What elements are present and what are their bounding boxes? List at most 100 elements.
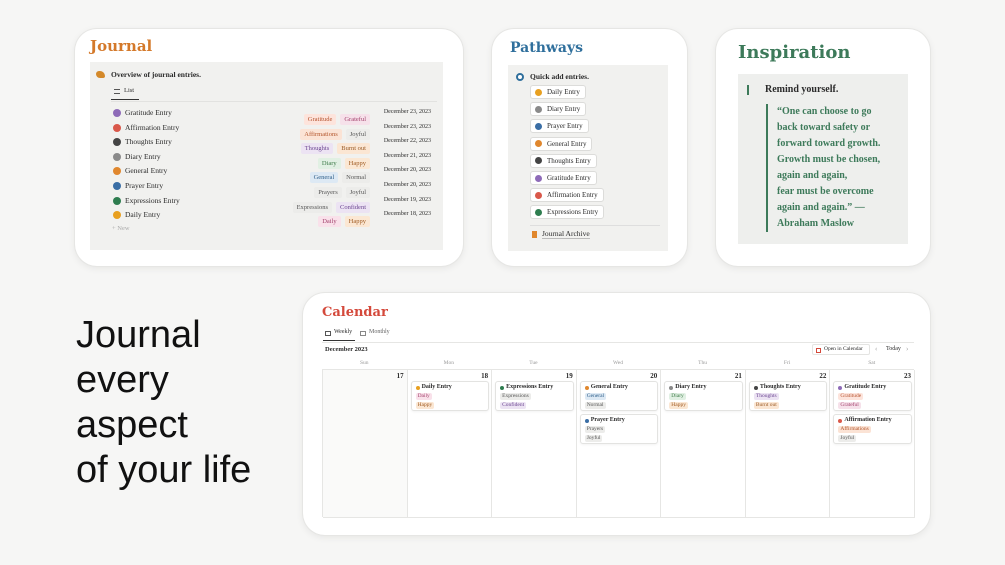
brain-icon [535,157,542,165]
event-tag: Thoughts [753,393,779,400]
weekday-label: Sat [868,360,876,366]
table-row[interactable]: Daily Entry Daily Happy December 18, 2023 [111,208,437,228]
quick-add-expressions-entry[interactable]: Expressions Entry [530,205,605,220]
weekday-label: Wed [613,360,623,366]
calendar-icon [325,331,331,336]
entry-tags: Daily Happy [314,210,370,228]
quick-add-daily-entry[interactable]: Daily Entry [530,85,586,99]
bookmark-icon [532,231,537,238]
calendar-red-icon [816,347,821,353]
next-week-icon[interactable]: › [906,345,908,353]
event-title: General Entry [590,384,628,390]
table-row[interactable]: Expressions Entry Expressions Confident Dec… [111,194,437,213]
headline-line-3: aspect [76,404,188,446]
entry-date: December 21, 2023 [383,152,431,159]
tab-monthly[interactable]: Monthly [358,328,392,341]
table-row[interactable]: Thoughts Entry Thoughts Burnt out December … [111,135,437,155]
event-tag: Diary [669,393,686,400]
journal-panel: Overview of journal entries. List Gratit… [90,62,443,250]
event-tag: Happy [415,402,435,409]
entry-date: December 18, 2023 [383,211,431,218]
plus-icon: + [112,225,116,232]
event-icon [584,386,589,390]
event-title: Expressions Entry [506,384,554,390]
entry-name: Prayer Entry [125,181,164,190]
calendar-event[interactable]: Expressions Entry Expressions Confident [495,381,574,411]
calendar-event[interactable]: Diary Entry Diary Happy [664,381,743,411]
open-in-calendar-button[interactable]: Open in Calendar [812,344,870,355]
event-title: Gratitude Entry [844,384,887,390]
entry-date: December 19, 2023 [383,196,431,203]
calendar-event[interactable]: Daily Entry Daily Happy [410,381,490,411]
weekday-label: Fri [783,360,791,366]
day-cell[interactable]: 17 [323,370,408,518]
quick-add-thoughts-entry[interactable]: Thoughts Entry [530,153,597,168]
calendar-event[interactable]: Prayer Entry Prayers Joyful [579,414,659,444]
table-row[interactable]: Affirmation Entry Affirmations Joyful Decem… [111,121,437,140]
quote-line: forward toward growth. [777,138,881,149]
quick-add-diary-entry[interactable]: Diary Entry [530,102,587,117]
journal-title: Journal [90,37,153,55]
headline-line-4: of your life [76,449,252,491]
month-label: December 2023 [325,346,368,353]
entry-date: December 20, 2023 [383,167,431,174]
sun-icon [535,88,542,96]
entry-name: Gratitude Entry [125,108,172,117]
quote-line: again and again, [777,170,848,181]
calendar-event[interactable]: Thoughts Entry Thoughts Burnt out [748,381,828,411]
calendar-event[interactable]: Gratitude Entry Gratitude Grateful [833,381,912,411]
book-icon [535,105,542,113]
tabs-divider [322,342,914,343]
lotus-icon [535,191,542,199]
pathways-list: Daily Entry Diary Entry Prayer Entry Genera… [508,85,668,225]
calendar-event[interactable]: General Entry General Normal [579,381,659,411]
diary-icon [113,152,121,161]
pill-label: Expressions Entry [547,208,599,217]
entry-date: December 20, 2023 [383,182,431,188]
event-icon [669,386,674,390]
journal-archive-link[interactable]: Journal Archive [530,229,630,241]
tab-weekly[interactable]: Weekly [323,328,355,341]
table-row[interactable]: General Entry General Normal December 20, 2… [111,164,437,184]
new-entry-button[interactable]: + New [112,225,130,232]
calendar-grid: 17 18 19 20 21 22 23 Daily Entry Daily Happy Expre… [322,369,915,518]
event-icon [415,386,420,390]
entry-name: Thoughts Entry [125,137,172,147]
headline-line-2: every [76,359,169,401]
table-row[interactable]: Gratitude Entry Gratitude Grateful December… [111,106,437,125]
inspiration-title: Inspiration [738,42,851,63]
pathways-divider [530,225,660,226]
weekday-label: Sun [360,360,369,366]
prayer-icon [113,182,121,190]
event-tag: Joyful [584,435,603,442]
event-tag: Daily [415,393,432,400]
pill-label: Gratitude Entry [547,174,591,182]
weekday-label: Mon [443,360,455,366]
pathways-card: Pathways Quick add entries. Daily Entry D… [492,29,687,266]
calendar-title: Calendar [322,305,388,320]
tab-list[interactable]: List [111,86,139,100]
event-icon [584,419,589,423]
table-row[interactable]: Diary Entry Diary Happy December 21, 2023 [111,150,437,169]
weekday-label: Tue [529,360,538,366]
new-label: New [117,225,130,232]
remind-heading: Remind yourself. [765,84,839,95]
quick-add-general-entry[interactable]: General Entry [530,136,593,151]
quick-add-prayer-entry[interactable]: Prayer Entry [530,119,589,134]
expressions-icon [113,196,121,205]
prev-week-icon[interactable]: ‹ [875,345,877,353]
pill-label: Diary Entry [547,105,581,114]
headline: Journal every aspect of your life [76,313,251,493]
today-button[interactable]: Today [886,346,901,352]
event-icon [500,386,505,390]
quick-add-affirmation-entry[interactable]: Affirmation Entry [530,188,604,203]
entry-name: Affirmation Entry [125,122,180,132]
calendar-event[interactable]: Affirmation Entry Affirmations Joyful [833,414,912,444]
calendar-icon [360,331,366,336]
table-row[interactable]: Prayer Entry Prayers Joyful December 20, 20… [111,179,437,198]
day-number: 19 [565,372,573,380]
pathways-title: Pathways [510,40,584,56]
affirmation-icon [113,123,121,132]
pill-label: Prayer Entry [547,122,583,131]
quick-add-gratitude-entry[interactable]: Gratitude Entry [530,171,597,185]
